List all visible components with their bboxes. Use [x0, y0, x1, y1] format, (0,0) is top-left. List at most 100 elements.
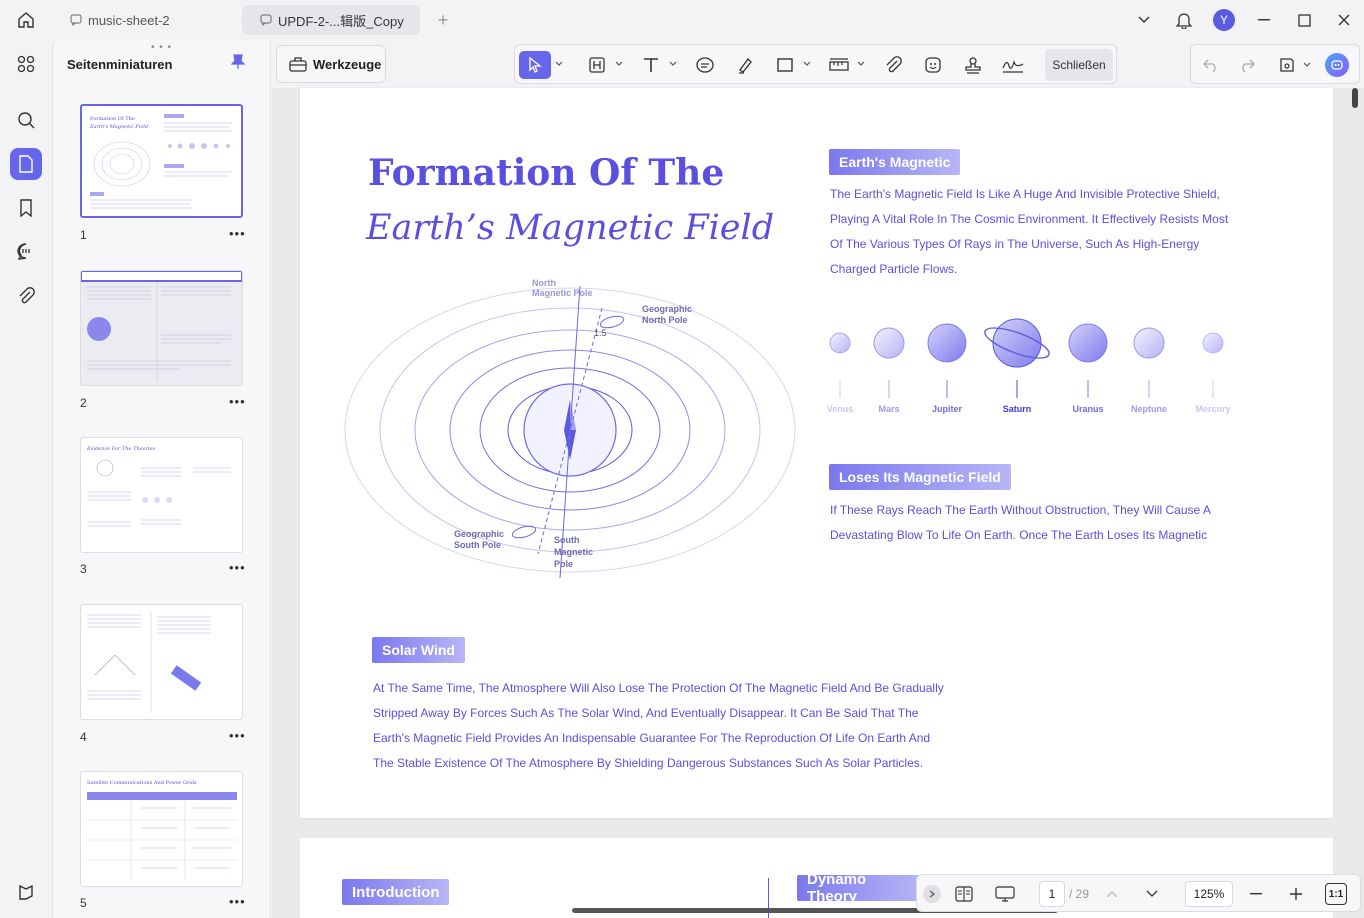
signature-icon[interactable]	[999, 51, 1027, 79]
new-tab-button[interactable]: +	[432, 9, 454, 31]
measure-ruler-icon[interactable]	[827, 51, 851, 79]
tab-updf-copy[interactable]: UPDF-2-...辑版_Copy	[242, 5, 420, 35]
rectangle-shape-icon[interactable]	[773, 51, 797, 79]
left-rail	[0, 40, 52, 918]
page-4-more-icon[interactable]: •••	[229, 728, 246, 743]
page-thumbnail-2[interactable]	[80, 270, 243, 386]
pin-icon[interactable]	[230, 54, 246, 75]
chevron-down-icon[interactable]	[669, 60, 677, 68]
sticker-icon[interactable]	[921, 51, 945, 79]
next-page-icon[interactable]	[1143, 885, 1161, 903]
zoom-in-icon[interactable]	[1287, 885, 1305, 903]
previous-page-icon[interactable]	[1103, 885, 1121, 903]
geo-north-label-2: North Pole	[642, 315, 688, 325]
main-toolbar: Werkzeuge Schließen	[272, 40, 1364, 88]
thumb-3-title: Evidence For The Theories	[86, 446, 156, 452]
chevron-down-icon[interactable]	[1124, 0, 1164, 40]
chevron-down-icon[interactable]	[615, 60, 623, 68]
highlighter-icon[interactable]	[733, 51, 757, 79]
comment-icon	[260, 14, 272, 26]
text-icon[interactable]	[639, 51, 663, 79]
page-1-more-icon[interactable]: •••	[229, 226, 246, 241]
mars-planet	[873, 327, 905, 359]
geo-north-label-1: Geographic	[642, 304, 692, 314]
apps-grid-icon[interactable]	[10, 48, 42, 80]
page-number-input[interactable]: 1	[1039, 881, 1065, 907]
chevron-down-icon[interactable]	[857, 60, 865, 68]
minimize-button[interactable]	[1244, 0, 1284, 40]
page-thumbnail-1[interactable]: Formation Of The Earth's Magnetic Field	[80, 104, 243, 218]
mercury-planet	[1202, 332, 1224, 354]
south-magnetic-label-3: Pole	[554, 559, 573, 569]
tools-label: Werkzeuge	[313, 56, 382, 72]
thumbnails-icon[interactable]	[10, 148, 42, 180]
chevron-down-icon[interactable]	[803, 60, 811, 68]
zoom-out-icon[interactable]	[1247, 885, 1265, 903]
comment-note-icon[interactable]	[693, 51, 717, 79]
attachment-icon[interactable]	[10, 280, 42, 312]
chevron-down-icon[interactable]	[1303, 61, 1311, 69]
planet-label-mars: Mars	[878, 404, 899, 414]
page-thumbnail-4[interactable]	[80, 604, 243, 720]
page-thumbnail-3[interactable]: Evidence For The Theories	[80, 437, 243, 553]
text-box-icon[interactable]	[585, 51, 609, 79]
page-number-2: 2	[80, 396, 87, 410]
actual-size-button[interactable]: 1:1	[1325, 883, 1347, 905]
close-tools-button[interactable]: Schließen	[1045, 49, 1113, 81]
presentation-icon[interactable]	[993, 883, 1017, 905]
comments-icon[interactable]	[10, 235, 42, 267]
stamp-icon[interactable]	[961, 51, 985, 79]
zoom-level[interactable]: 125%	[1185, 881, 1233, 907]
undo-icon[interactable]	[1201, 55, 1221, 75]
page-title-line1: Formation Of The	[368, 152, 725, 194]
thumb-5-title: Satellite Communications And Power Grids	[87, 780, 197, 786]
section1-paragraph: The Earth's Magnetic Field Is Like A Hug…	[830, 182, 1250, 282]
avatar-initial: Y	[1213, 9, 1235, 31]
search-icon[interactable]	[10, 104, 42, 136]
bell-icon[interactable]	[1164, 0, 1204, 40]
page-3-more-icon[interactable]: •••	[229, 560, 246, 575]
right-tools	[1190, 44, 1360, 84]
text-line: Earth's Magnetic Field Provides An Indis…	[373, 731, 931, 745]
user-avatar[interactable]: Y	[1204, 0, 1244, 40]
drag-handle-icon[interactable]: • • •	[151, 42, 172, 53]
vertical-scrollbar[interactable]	[1352, 88, 1358, 108]
section-heading-earths-magnetic: Earth's Magnetic	[829, 149, 961, 175]
geo-south-label-1: Geographic	[454, 529, 504, 539]
text-line: Playing A Vital Role In The Cosmic Envir…	[830, 212, 1229, 226]
page-layout-icon[interactable]	[953, 883, 975, 905]
window-controls: Y	[1124, 0, 1364, 40]
select-cursor-icon[interactable]	[519, 51, 551, 79]
south-magnetic-label-2: Magnetic	[554, 547, 593, 557]
maximize-button[interactable]	[1284, 0, 1324, 40]
title-bar: music-sheet-2 UPDF-2-...辑版_Copy + Y	[0, 0, 1364, 40]
page-2-more-icon[interactable]: •••	[229, 394, 246, 409]
page-thumbnail-5[interactable]: Satellite Communications And Power Grids	[80, 771, 243, 887]
jupiter-planet	[927, 323, 967, 363]
tab-music-sheet[interactable]: music-sheet-2	[52, 5, 234, 35]
collapse-chevron-icon[interactable]	[923, 885, 941, 903]
ai-assistant-icon[interactable]	[1325, 53, 1349, 77]
page-total: / 29	[1069, 887, 1090, 901]
bookmark-icon[interactable]	[10, 192, 42, 224]
planets-illustration: Venus Mars Jupiter Saturn Uranus Neptune…	[827, 318, 1231, 414]
north-magnetic-label-2: Magnetic Pole	[532, 288, 593, 298]
chevron-down-icon[interactable]	[555, 60, 563, 68]
pdf-page-1: Formation Of The Earth’s Magnetic Field …	[300, 88, 1333, 818]
tab-label: UPDF-2-...辑版_Copy	[278, 13, 404, 29]
save-icon[interactable]	[1277, 55, 1297, 75]
tools-button[interactable]: Werkzeuge	[276, 45, 386, 83]
redo-icon[interactable]	[1237, 55, 1257, 75]
uranus-planet	[1068, 323, 1108, 363]
layers-icon[interactable]	[10, 876, 42, 908]
home-icon[interactable]	[12, 8, 40, 32]
close-window-button[interactable]	[1324, 0, 1364, 40]
angle-label: 1.5	[594, 328, 607, 338]
magnetic-field-diagram: 1.5 North Magnetic Pole Geographic North…	[344, 278, 796, 579]
annotation-tools: Schließen	[514, 44, 1117, 84]
planet-label-uranus: Uranus	[1072, 404, 1103, 414]
planet-label-neptune: Neptune	[1131, 404, 1167, 414]
page-5-more-icon[interactable]: •••	[229, 894, 246, 909]
paperclip-icon[interactable]	[881, 51, 905, 79]
section-heading-loses-field: Loses Its Magnetic Field	[829, 464, 1011, 490]
